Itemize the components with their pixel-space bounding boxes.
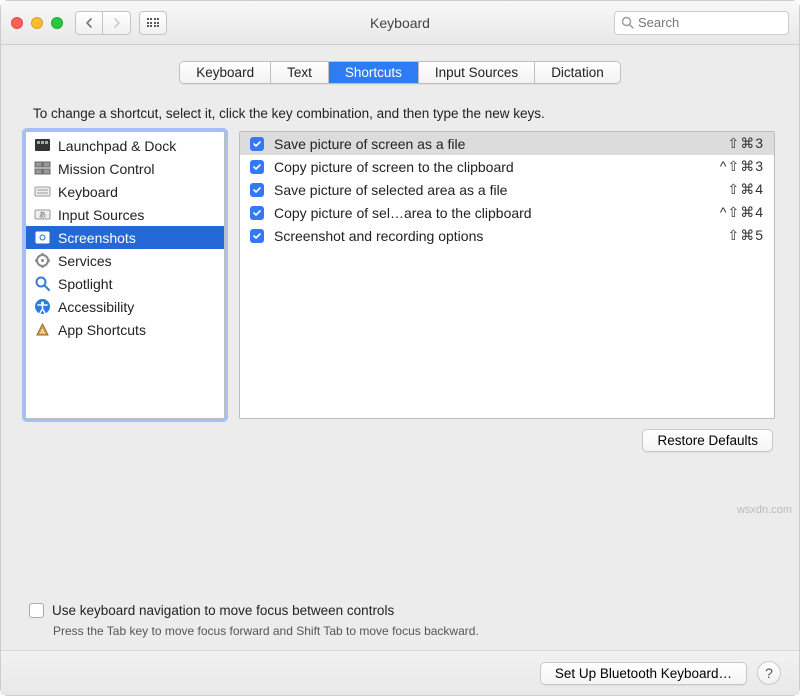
forward-button[interactable]: [103, 11, 131, 35]
category-label: Input Sources: [58, 207, 144, 223]
back-button[interactable]: [75, 11, 103, 35]
content-area: KeyboardTextShortcutsInput SourcesDictat…: [1, 45, 799, 650]
window-controls: [11, 17, 63, 29]
window-title: Keyboard: [370, 15, 430, 31]
zoom-window-button[interactable]: [51, 17, 63, 29]
shortcut-checkbox[interactable]: [250, 183, 264, 197]
shortcut-checkbox[interactable]: [250, 137, 264, 151]
category-services[interactable]: Services: [26, 249, 224, 272]
category-input-sources[interactable]: あ Input Sources: [26, 203, 224, 226]
shortcut-checkbox[interactable]: [250, 229, 264, 243]
shortcut-checkbox[interactable]: [250, 160, 264, 174]
shortcut-list[interactable]: Save picture of screen as a file ⇧⌘3 Copy …: [239, 131, 775, 419]
app-shortcuts-icon: A: [34, 321, 51, 338]
shortcut-keys[interactable]: ⇧⌘5: [727, 227, 764, 244]
shortcut-label: Save picture of screen as a file: [274, 136, 717, 152]
search-input[interactable]: [638, 15, 782, 30]
shortcut-row[interactable]: Copy picture of screen to the clipboard ^…: [240, 155, 774, 178]
category-screenshots[interactable]: Screenshots: [26, 226, 224, 249]
watermark: wsxdn.com: [737, 504, 792, 516]
svg-text:A: A: [40, 329, 45, 336]
panels: Launchpad & Dock Mission Control Keyboard あ…: [25, 131, 775, 419]
keyboard-nav-checkbox-row[interactable]: Use keyboard navigation to move focus be…: [29, 603, 773, 618]
category-app-shortcuts[interactable]: A App Shortcuts: [26, 318, 224, 341]
shortcut-row[interactable]: Copy picture of sel…area to the clipboar…: [240, 201, 774, 224]
search-icon: [621, 16, 634, 29]
accessibility-icon: [34, 298, 51, 315]
shortcut-row[interactable]: Save picture of screen as a file ⇧⌘3: [240, 132, 774, 155]
category-list[interactable]: Launchpad & Dock Mission Control Keyboard あ…: [25, 131, 225, 419]
category-label: App Shortcuts: [58, 322, 146, 338]
search-field[interactable]: [614, 11, 789, 35]
restore-defaults-button[interactable]: Restore Defaults: [642, 429, 773, 452]
setup-bluetooth-keyboard-button[interactable]: Set Up Bluetooth Keyboard…: [540, 662, 747, 685]
keyboard-icon: [34, 183, 51, 200]
category-label: Mission Control: [58, 161, 154, 177]
show-all-button[interactable]: [139, 11, 167, 35]
instruction-text: To change a shortcut, select it, click t…: [33, 106, 775, 121]
category-mission-control[interactable]: Mission Control: [26, 157, 224, 180]
category-label: Screenshots: [58, 230, 136, 246]
close-window-button[interactable]: [11, 17, 23, 29]
category-spotlight[interactable]: Spotlight: [26, 272, 224, 295]
mission-control-icon: [34, 160, 51, 177]
keyboard-nav-checkbox[interactable]: [29, 603, 44, 618]
tab-dictation[interactable]: Dictation: [535, 62, 620, 83]
tab-text[interactable]: Text: [271, 62, 329, 83]
spotlight-icon: [34, 275, 51, 292]
keyboard-nav-hint: Press the Tab key to move focus forward …: [53, 624, 775, 638]
category-accessibility[interactable]: Accessibility: [26, 295, 224, 318]
shortcut-checkbox[interactable]: [250, 206, 264, 220]
titlebar: Keyboard: [1, 1, 799, 45]
category-launchpad-dock[interactable]: Launchpad & Dock: [26, 134, 224, 157]
tab-shortcuts[interactable]: Shortcuts: [329, 62, 419, 83]
svg-text:あ: あ: [39, 211, 46, 219]
shortcut-keys[interactable]: ⇧⌘3: [727, 135, 764, 152]
tab-keyboard[interactable]: Keyboard: [180, 62, 271, 83]
shortcut-label: Copy picture of screen to the clipboard: [274, 159, 710, 175]
services-icon: [34, 252, 51, 269]
category-label: Services: [58, 253, 112, 269]
category-label: Accessibility: [58, 299, 134, 315]
category-keyboard[interactable]: Keyboard: [26, 180, 224, 203]
shortcut-keys[interactable]: ^⇧⌘4: [720, 204, 764, 221]
help-button[interactable]: ?: [757, 661, 781, 685]
input-sources-icon: あ: [34, 206, 51, 223]
nav-buttons: [75, 11, 131, 35]
minimize-window-button[interactable]: [31, 17, 43, 29]
shortcut-row[interactable]: Screenshot and recording options ⇧⌘5: [240, 224, 774, 247]
preferences-window: Keyboard KeyboardTextShortcutsInput Sour…: [0, 0, 800, 696]
tab-bar: KeyboardTextShortcutsInput SourcesDictat…: [25, 61, 775, 84]
grid-icon: [147, 18, 160, 27]
shortcut-keys[interactable]: ^⇧⌘3: [720, 158, 764, 175]
shortcut-row[interactable]: Save picture of selected area as a file ⇧…: [240, 178, 774, 201]
shortcut-label: Save picture of selected area as a file: [274, 182, 717, 198]
shortcut-label: Screenshot and recording options: [274, 228, 717, 244]
shortcut-label: Copy picture of sel…area to the clipboar…: [274, 205, 710, 221]
launchpad-icon: [34, 137, 51, 154]
shortcut-keys[interactable]: ⇧⌘4: [727, 181, 764, 198]
category-label: Spotlight: [58, 276, 112, 292]
category-label: Keyboard: [58, 184, 118, 200]
footer: Set Up Bluetooth Keyboard… ?: [1, 650, 799, 695]
category-label: Launchpad & Dock: [58, 138, 176, 154]
keyboard-nav-label: Use keyboard navigation to move focus be…: [52, 603, 394, 618]
screenshots-icon: [34, 229, 51, 246]
tab-input-sources[interactable]: Input Sources: [419, 62, 535, 83]
